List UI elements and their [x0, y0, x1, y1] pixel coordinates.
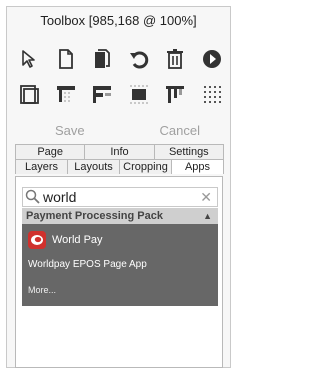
pointer-icon — [22, 50, 35, 68]
align-top-icon — [56, 86, 75, 102]
action-bar: Save Cancel — [7, 120, 230, 142]
pack-title: Payment Processing Pack — [26, 210, 163, 222]
grid-align-button[interactable] — [159, 80, 191, 108]
save-button[interactable]: Save — [55, 123, 85, 138]
tab-page[interactable]: Page — [15, 144, 86, 159]
search-icon — [25, 189, 40, 204]
apps-panel: world ✕ Payment Processing Pack ▲ World … — [15, 176, 223, 368]
center-icon — [129, 85, 148, 104]
undo-icon — [129, 51, 148, 69]
app-name: World Pay — [52, 234, 103, 246]
duplicate-page-button[interactable] — [86, 45, 118, 73]
tab-strip: Page Info Settings Layers Layouts Croppi… — [15, 144, 224, 174]
tab-row-bottom: Layers Layouts Cropping Apps — [15, 159, 224, 174]
tab-apps[interactable]: Apps — [171, 159, 224, 174]
app-description: Worldpay EPOS Page App — [28, 259, 147, 270]
worldpay-logo-icon — [28, 231, 46, 249]
cancel-button[interactable]: Cancel — [160, 123, 200, 138]
new-page-button[interactable] — [50, 45, 82, 73]
undo-button[interactable] — [123, 45, 155, 73]
toolbar-row-2 — [13, 80, 228, 108]
search-input[interactable]: world ✕ — [22, 187, 218, 207]
more-link[interactable]: More... — [28, 285, 56, 295]
search-value: world — [43, 189, 77, 205]
page-frame-icon — [20, 85, 39, 104]
align-left-button[interactable] — [86, 80, 118, 108]
align-left-icon — [93, 86, 112, 103]
pointer-tool-button[interactable] — [13, 45, 45, 73]
tab-cropping[interactable]: Cropping — [119, 159, 172, 174]
collapse-arrow-icon: ▲ — [203, 211, 212, 221]
play-icon — [202, 50, 221, 68]
center-button[interactable] — [123, 80, 155, 108]
close-icon[interactable]: ✕ — [200, 189, 212, 206]
pack-body: World Pay Worldpay EPOS Page App More... — [22, 224, 218, 306]
toolbox-panel: Toolbox [985,168 @ 100%] Save Cancel Pag… — [6, 6, 231, 368]
tab-row-top: Page Info Settings — [15, 144, 224, 159]
tab-layouts[interactable]: Layouts — [67, 159, 120, 174]
page-frame-button[interactable] — [13, 80, 45, 108]
pack-header[interactable]: Payment Processing Pack ▲ — [22, 208, 218, 224]
toolbar-row-1 — [13, 45, 228, 73]
align-top-button[interactable] — [50, 80, 82, 108]
toolbox-title: Toolbox [985,168 @ 100%] — [40, 13, 197, 28]
trash-icon — [167, 49, 184, 69]
new-page-icon — [58, 49, 73, 69]
tab-settings[interactable]: Settings — [153, 144, 224, 159]
duplicate-page-icon — [95, 49, 111, 68]
preview-button[interactable] — [196, 45, 228, 73]
app-item-world-pay[interactable]: World Pay — [28, 231, 103, 249]
dot-grid-button[interactable] — [196, 80, 228, 108]
tab-layers[interactable]: Layers — [15, 159, 68, 174]
dot-grid-icon — [203, 86, 221, 103]
delete-button[interactable] — [159, 45, 191, 73]
tab-info[interactable]: Info — [84, 144, 155, 159]
grid-align-icon — [166, 86, 185, 103]
